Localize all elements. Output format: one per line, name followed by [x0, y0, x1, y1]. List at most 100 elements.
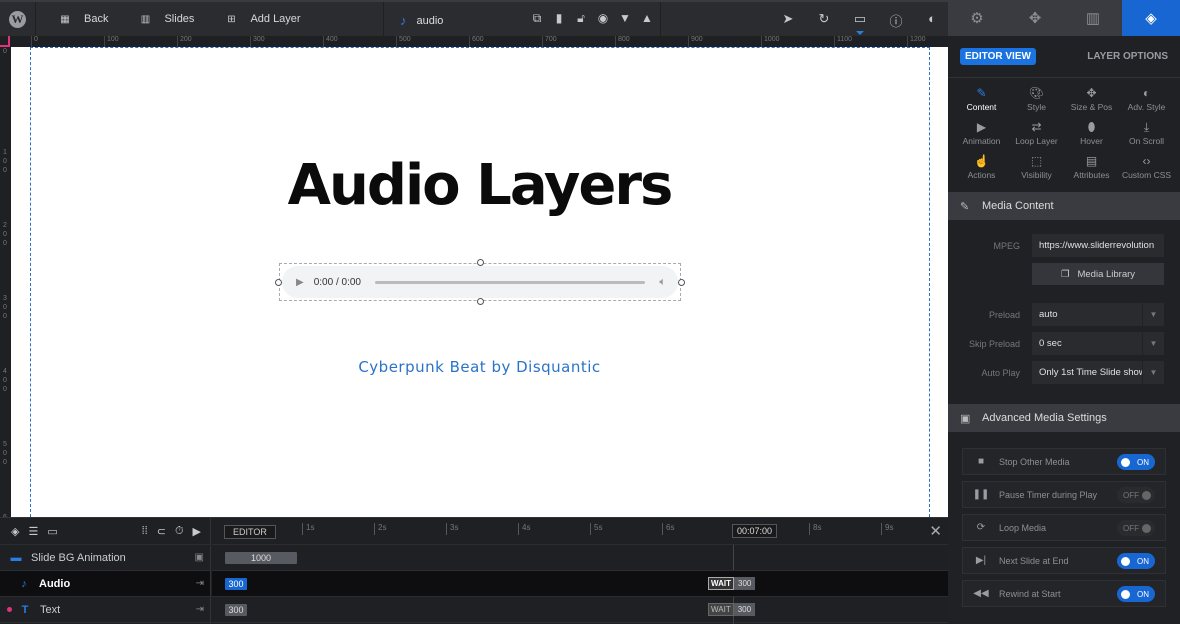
skip-preload-select[interactable]: 0 sec ▼ [1032, 332, 1164, 355]
option-label: Content [966, 102, 997, 112]
option-hover[interactable]: ⬮ Hover [1064, 120, 1119, 146]
timeline-layer-row[interactable]: ♪ Audio ⇥ [0, 571, 210, 597]
resize-handle-top[interactable] [477, 259, 484, 266]
toggle-switch[interactable]: ON [1117, 586, 1155, 602]
back-button[interactable]: ▦ Back [58, 13, 108, 25]
credit-text-layer[interactable]: Cyberpunk Beat by Disquantic [11, 358, 948, 376]
current-time[interactable]: 00:07:00 [732, 524, 778, 538]
magnet-icon[interactable]: ⊂ [157, 525, 166, 538]
eye-icon[interactable]: ◉ [592, 11, 614, 26]
toggle-row: ■ Stop Other Media ON [962, 448, 1166, 475]
end-arrow-icon[interactable]: ⇥ [196, 604, 204, 615]
pencil-icon: ✎ [976, 86, 987, 100]
tab-slider-settings[interactable]: ⚙ [948, 0, 1006, 36]
animation-bar[interactable]: 300 [225, 578, 247, 590]
audio-player[interactable]: ▶ 0:00 / 0:00 🔈︎ [282, 266, 678, 298]
toggle-switch[interactable]: ON [1117, 454, 1155, 470]
ruler-corner [0, 36, 10, 47]
contrast-icon[interactable]: ◐ [914, 11, 950, 30]
slides-button[interactable]: ▥ Slides [138, 13, 195, 25]
move-up-icon[interactable]: ▲ [636, 11, 658, 26]
advanced-media-header[interactable]: ▣ Advanced Media Settings [948, 404, 1180, 432]
play-timeline-icon[interactable]: ▶ [193, 525, 201, 538]
mpeg-url-input[interactable]: https://www.sliderrevolution [1032, 234, 1164, 257]
help-icon[interactable]: ⓘ [878, 11, 914, 30]
close-icon[interactable]: ✕ [929, 522, 942, 540]
lock-icon[interactable]: 🔓︎ [570, 11, 592, 26]
tab-layer-settings[interactable]: ◈ [1122, 0, 1180, 36]
layers-icon[interactable]: ◈ [11, 525, 19, 538]
toggle-switch[interactable]: ON [1117, 553, 1155, 569]
tab-slide-settings[interactable]: ▥ [1064, 0, 1122, 36]
animation-bar[interactable]: 1000 [225, 552, 297, 564]
timeline-second-tick: 2s [374, 523, 386, 535]
add-layer-button[interactable]: ⊞ Add Layer [224, 13, 300, 25]
option-attributes[interactable]: ▤ Attributes [1064, 154, 1119, 180]
play-icon[interactable]: ▶ [296, 277, 304, 288]
visibility-icon: ⬚ [1030, 154, 1043, 168]
stopwatch-icon[interactable]: ⏱︎ [175, 525, 184, 538]
media-library-button[interactable]: ❐ Media Library [1032, 263, 1164, 285]
folder-icon[interactable]: ▭ [47, 525, 57, 538]
autoplay-select[interactable]: Only 1st Time Slide show ▼ [1032, 361, 1164, 384]
resize-handle-left[interactable] [275, 279, 282, 286]
grid-snap-icon[interactable]: ⁞⁞ [142, 525, 148, 537]
slide-canvas[interactable]: Audio Layers ▶ 0:00 / 0:00 🔈︎ Cyberpunk … [11, 47, 948, 517]
chevron-down-icon: ▼ [1142, 303, 1164, 326]
toggle-switch[interactable]: OFF [1117, 487, 1155, 503]
duplicate-icon[interactable]: ⧉ [526, 11, 548, 26]
option-content[interactable]: ✎ Content [954, 86, 1009, 112]
wait-marker[interactable]: WAIT 300 [708, 577, 756, 590]
option-animation[interactable]: ▶ Animation [954, 120, 1009, 146]
list-icon[interactable]: ☰ [28, 525, 38, 538]
resize-handle-right[interactable] [678, 279, 685, 286]
undo-icon[interactable]: ↻ [806, 11, 842, 30]
option-on-scroll[interactable]: ⤓ On Scroll [1119, 120, 1174, 146]
option-label: Loop Layer [1015, 136, 1058, 146]
preload-row: Preload auto ▼ [948, 303, 1180, 326]
tab-navigation[interactable]: ✥ [1006, 0, 1064, 36]
timeline-layer-row[interactable]: ▬ Slide BG Animation ▣ [0, 545, 210, 571]
audio-layer[interactable]: ▶ 0:00 / 0:00 🔈︎ [275, 259, 685, 305]
end-arrow-icon[interactable]: ⇥ [196, 578, 204, 589]
volume-icon[interactable]: 🔈︎ [659, 276, 666, 289]
media-content-header[interactable]: ✎ Media Content [948, 192, 1180, 220]
option-loop-layer[interactable]: ⇄ Loop Layer [1009, 120, 1064, 146]
cursor-icon[interactable]: ➤ [770, 11, 806, 30]
timeline-panel: ◈ ☰ ▭ ⁞⁞ ⊂ ⏱︎ ▶ ▬ Slide BG Animation ▣ ♪… [0, 517, 948, 624]
option-size-pos[interactable]: ✥ Size & Pos [1064, 86, 1119, 112]
toggle-switch[interactable]: OFF [1117, 520, 1155, 536]
option-actions[interactable]: ☝ Actions [954, 154, 1009, 180]
timeline-layer-row[interactable]: T Text ⇥ [0, 597, 210, 623]
animation-bar[interactable]: 300 [225, 604, 247, 616]
trash-icon[interactable]: ▮ [548, 11, 570, 26]
toggle-label: Loop Media [999, 522, 1047, 533]
editor-tag[interactable]: EDITOR [224, 525, 276, 539]
ruler-tick: 600 [469, 36, 484, 47]
wordpress-logo[interactable]: W [0, 2, 36, 36]
option-label: Size & Pos [1070, 102, 1113, 112]
option-custom-css[interactable]: ‹› Custom CSS [1119, 154, 1174, 180]
option-visibility[interactable]: ⬚ Visibility [1009, 154, 1064, 180]
option-label: Actions [967, 170, 996, 180]
timeline-second-tick: 3s [446, 523, 458, 535]
slide-title-layer[interactable]: Audio Layers [11, 153, 948, 218]
move-down-icon[interactable]: ▼ [614, 11, 636, 26]
toggle-label: Stop Other Media [999, 456, 1070, 467]
option-style[interactable]: 🎨︎ Style [1009, 86, 1064, 112]
timeline-second-tick: 4s [518, 523, 530, 535]
bg-folder-icon[interactable]: ▣ [195, 552, 204, 563]
timeline-ruler[interactable]: EDITOR 00:07:00 ✕ 1s 2s 3s 4s 5s 6s 8s 9s [212, 518, 948, 545]
current-layer-selector[interactable]: ♪ audio [400, 13, 443, 28]
preload-select[interactable]: auto ▼ [1032, 303, 1164, 326]
audio-progress-track[interactable] [374, 280, 646, 284]
desktop-view-icon[interactable]: ▭ [842, 11, 878, 35]
timeline-track: 1000 [212, 545, 948, 571]
ruler-tick: 400 [3, 368, 7, 393]
editor-view-button[interactable]: EDITOR VIEW [960, 48, 1036, 65]
option-label: Custom CSS [1121, 170, 1172, 180]
option-adv-style[interactable]: ◐ Adv. Style [1119, 86, 1174, 112]
stop-icon: ■ [977, 456, 985, 467]
resize-handle-bottom[interactable] [477, 298, 484, 305]
wait-marker[interactable]: WAIT 300 [708, 603, 756, 616]
